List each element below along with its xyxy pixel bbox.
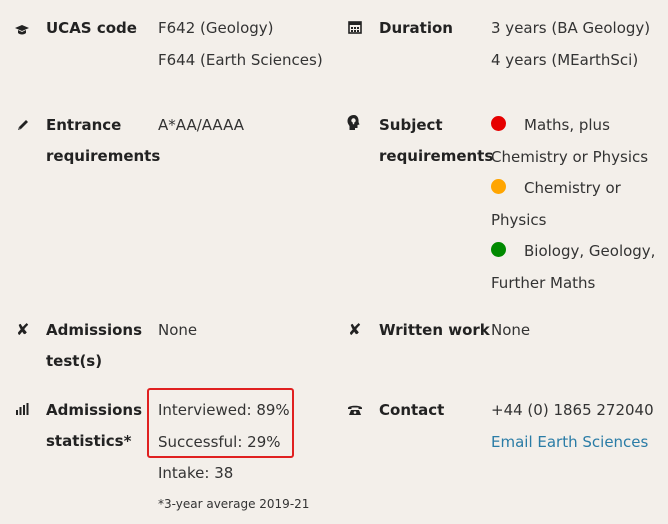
subject-requirement-item: Biology, Geology, Further Maths: [491, 236, 661, 299]
subject-text-line2: Physics: [491, 210, 547, 229]
contact-values: +44 (0) 1865 272040 Email Earth Sciences: [491, 395, 654, 458]
ucas-code-value: F642 (Geology): [158, 19, 274, 37]
admissions-test-label: Admissions test(s): [46, 315, 142, 377]
intake-stat: Intake: 38: [158, 464, 234, 482]
phone-icon: [347, 404, 363, 420]
duration-values: 3 years (BA Geology) 4 years (MEarthSci): [491, 13, 650, 76]
ucas-code-values: F642 (Geology) F644 (Earth Sciences): [158, 13, 323, 76]
cross-icon: ✘: [16, 320, 30, 339]
head-lightbulb-icon: [346, 114, 362, 130]
ucas-code-value: F644 (Earth Sciences): [158, 50, 323, 69]
pencil-icon: [16, 118, 32, 134]
subject-text-line1: Biology, Geology,: [524, 242, 656, 260]
bar-chart-icon: [15, 402, 31, 418]
admissions-test-value: None: [158, 321, 198, 339]
subject-requirement-item: Chemistry or Physics: [491, 173, 661, 236]
cross-icon: ✘: [348, 320, 362, 339]
subject-requirement-item: Maths, plus Chemistry or Physics: [491, 110, 661, 173]
subject-text-line1: Chemistry or: [524, 179, 621, 197]
subject-text-line1: Maths, plus: [524, 116, 610, 134]
contact-phone: +44 (0) 1865 272040: [491, 401, 654, 419]
admissions-stats-label-line2: statistics*: [46, 432, 132, 450]
entrance-label-line2: requirements: [46, 147, 161, 165]
calendar-icon: [348, 20, 364, 36]
entrance-label-line1: Entrance: [46, 116, 122, 134]
subject-requirements-list: Maths, plus Chemistry or Physics Chemist…: [491, 110, 661, 299]
entrance-requirements-label: Entrance requirements: [46, 110, 160, 172]
green-dot-icon: [491, 242, 506, 257]
subject-label-line1: Subject: [379, 116, 443, 134]
graduation-cap-icon: [14, 22, 30, 38]
duration-label: Duration: [379, 19, 453, 37]
subject-text-line2: Further Maths: [491, 273, 596, 292]
written-work-value: None: [491, 321, 531, 339]
admissions-test-label-line2: test(s): [46, 352, 103, 370]
entrance-requirements-value: A*AA/AAAA: [158, 116, 245, 134]
email-earth-sciences-link[interactable]: Email Earth Sciences: [491, 433, 648, 451]
duration-value: 3 years (BA Geology): [491, 19, 651, 37]
subject-label-line2: requirements: [379, 147, 494, 165]
written-work-label: Written work: [379, 321, 490, 339]
duration-value: 4 years (MEarthSci): [491, 50, 639, 69]
admissions-stats-label-line1: Admissions: [46, 401, 143, 419]
footnote: *3-year average 2019-21: [158, 497, 310, 511]
subject-text-line2: Chemistry or Physics: [491, 147, 649, 166]
admissions-statistics-label: Admissions statistics*: [46, 395, 142, 457]
orange-dot-icon: [491, 179, 506, 194]
admissions-test-label-line1: Admissions: [46, 321, 143, 339]
contact-label: Contact: [379, 401, 445, 419]
ucas-code-label: UCAS code: [46, 19, 137, 37]
highlight-box: [147, 388, 294, 458]
red-dot-icon: [491, 116, 506, 131]
subject-requirements-label: Subject requirements: [379, 110, 493, 172]
